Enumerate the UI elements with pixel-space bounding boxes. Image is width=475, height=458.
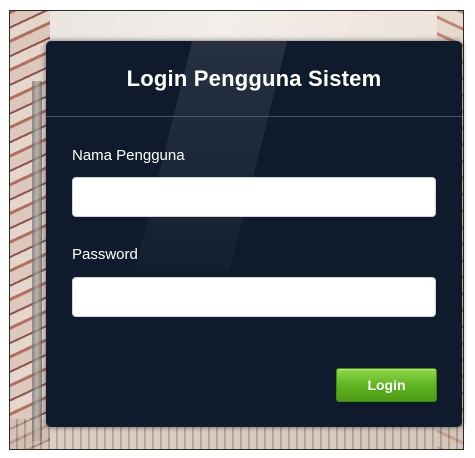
background-roof-left bbox=[10, 11, 50, 449]
panel-header: Login Pengguna Sistem bbox=[46, 41, 462, 117]
login-panel: Login Pengguna Sistem Nama Pengguna Pass… bbox=[46, 41, 462, 427]
username-input[interactable] bbox=[72, 177, 436, 217]
login-button[interactable]: Login bbox=[336, 368, 437, 402]
username-label: Nama Pengguna bbox=[72, 147, 185, 164]
password-input[interactable] bbox=[72, 277, 436, 317]
password-label: Password bbox=[72, 246, 138, 263]
page-title: Login Pengguna Sistem bbox=[126, 65, 382, 91]
background-pillar bbox=[32, 81, 42, 441]
